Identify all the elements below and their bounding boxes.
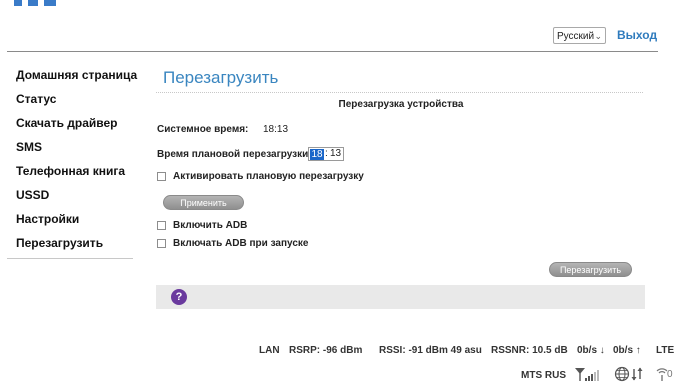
apply-button[interactable]: Применить <box>163 195 244 210</box>
status-network-type: LTE <box>656 345 675 356</box>
wifi-icon: 0 <box>655 366 685 382</box>
globe-icon <box>614 366 630 382</box>
status-rsrp: RSRP: -96 dBm <box>289 345 363 356</box>
page-title: Перезагрузить <box>163 68 279 87</box>
section-title: Перезагрузка устройства <box>338 99 464 110</box>
sidebar-item-reboot[interactable]: Перезагрузить <box>16 236 103 250</box>
sidebar-divider <box>7 258 133 259</box>
chevron-down-icon: ⌄ <box>594 31 602 41</box>
help-icon[interactable]: ? <box>171 289 187 305</box>
reboot-button[interactable]: Перезагрузить <box>549 262 632 277</box>
adb-startup-label: Включать ADB при запуске <box>173 238 309 249</box>
sidebar-item-phonebook[interactable]: Телефонная книга <box>16 164 125 178</box>
activate-reboot-label: Активировать плановую перезагрузку <box>173 171 364 182</box>
status-lan: LAN <box>259 345 280 356</box>
scheduled-hour[interactable]: 18 <box>310 149 324 160</box>
help-bar <box>156 285 645 309</box>
sidebar-item-ussd[interactable]: USSD <box>16 188 49 202</box>
status-download: 0b/s ↓ <box>577 345 605 356</box>
activate-reboot-checkbox[interactable] <box>157 172 166 181</box>
scheduled-time-input[interactable]: 18 : 13 <box>308 147 344 161</box>
logo <box>14 0 60 8</box>
status-operator: MTS RUS <box>521 370 566 381</box>
wifi-client-count: 0 <box>667 369 673 380</box>
sidebar-item-status[interactable]: Статус <box>16 92 56 106</box>
sidebar-item-home[interactable]: Домашняя страница <box>16 68 137 82</box>
system-time-value: 18:13 <box>263 124 289 135</box>
status-upload: 0b/s ↑ <box>613 345 641 356</box>
status-rssi: RSSI: -91 dBm 49 asu <box>379 345 482 356</box>
scheduled-minute[interactable]: 13 <box>330 148 341 160</box>
sidebar-item-download-driver[interactable]: Скачать драйвер <box>16 116 118 130</box>
transfer-icon <box>631 367 643 381</box>
title-divider <box>156 92 643 93</box>
adb-startup-checkbox[interactable] <box>157 239 166 248</box>
time-separator: : <box>325 148 328 159</box>
status-rssnr: RSSNR: 10.5 dB <box>491 345 568 356</box>
enable-adb-checkbox[interactable] <box>157 221 166 230</box>
signal-icon <box>575 366 601 382</box>
logout-link[interactable]: Выход <box>617 28 657 42</box>
system-time-label: Системное время: <box>157 124 249 135</box>
language-select[interactable]: Русский ⌄ <box>553 27 606 44</box>
header-divider <box>7 51 658 52</box>
sidebar-item-settings[interactable]: Настройки <box>16 212 79 226</box>
language-select-value: Русский <box>557 31 595 42</box>
sidebar-item-sms[interactable]: SMS <box>16 140 42 154</box>
enable-adb-label: Включить ADB <box>173 220 248 231</box>
scheduled-time-label: Время плановой перезагрузки <box>157 149 309 160</box>
